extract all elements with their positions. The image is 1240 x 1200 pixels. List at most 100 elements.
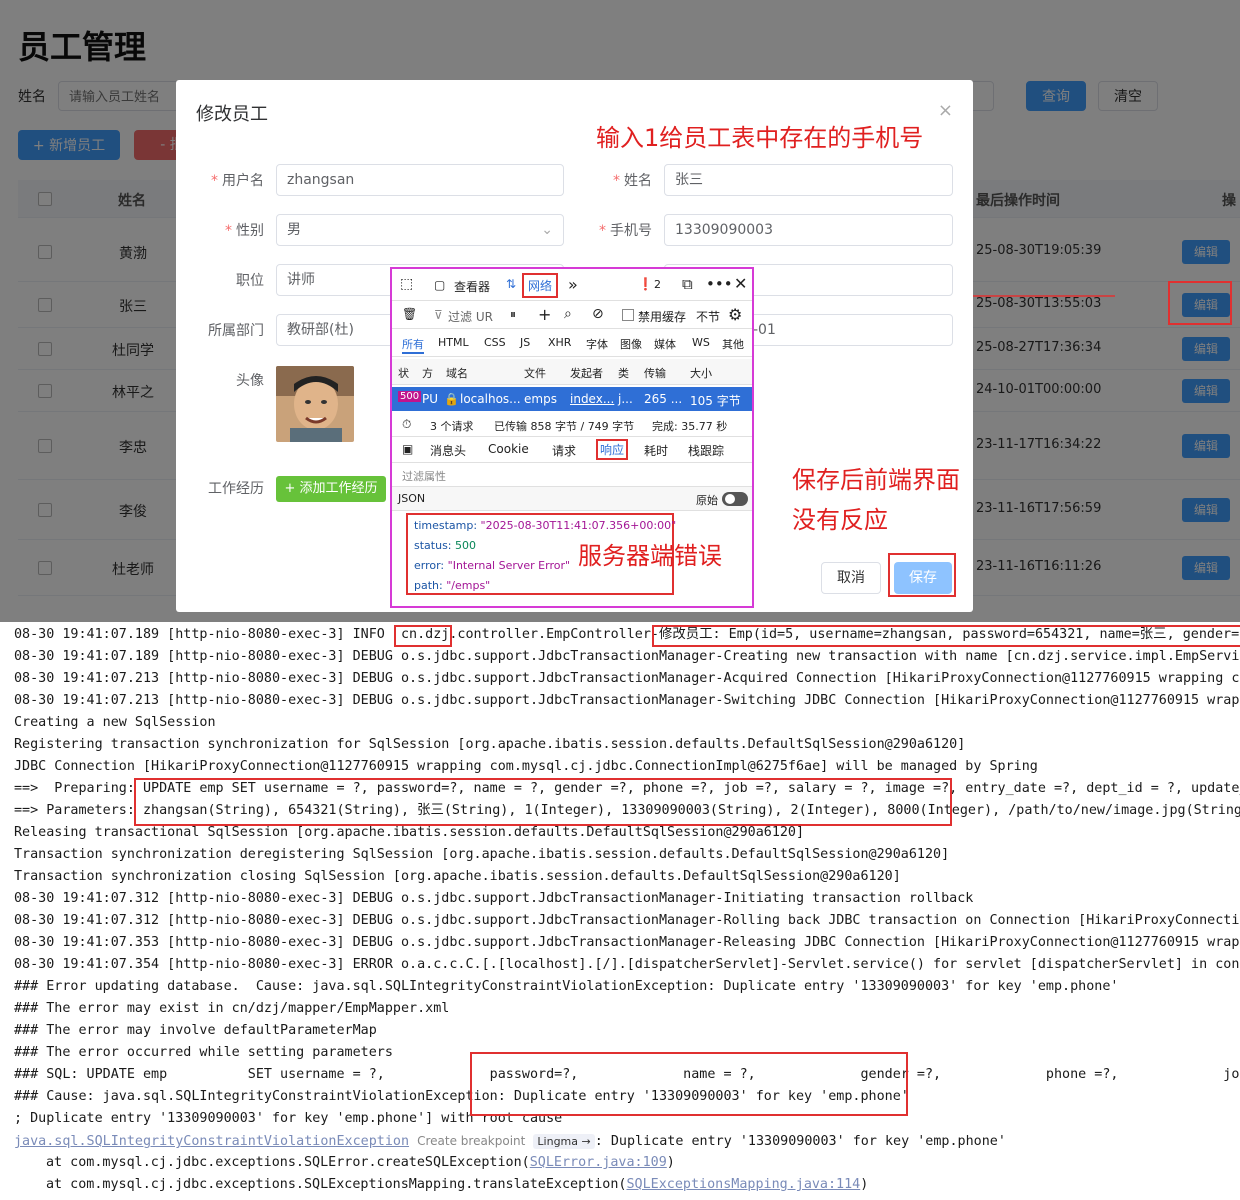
more-tabs-icon[interactable]: »	[568, 275, 578, 294]
phone-input[interactable]: 13309090003	[664, 214, 953, 246]
detail-tab[interactable]: Cookie	[488, 442, 529, 456]
detail-tab[interactable]: 耗时	[644, 442, 668, 459]
type-tab[interactable]: CSS	[484, 336, 506, 349]
name-input[interactable]: 张三	[664, 164, 953, 196]
column-header[interactable]: 文件	[524, 365, 546, 381]
pause-icon[interactable]: ⏸	[510, 307, 516, 322]
annotation-phone-note: 输入1给员工表中存在的手机号	[596, 124, 924, 152]
console-line: 08-30 19:41:07.213 [http-nio-8080-exec-3…	[14, 693, 1240, 708]
summary-transferred: 已传输 858 字节 / 749 字节	[494, 420, 635, 433]
request-method: PU	[422, 392, 439, 406]
detail-tab[interactable]: 栈跟踪	[688, 442, 724, 459]
gear-icon[interactable]: ⚙	[728, 305, 742, 324]
close-devtools-icon[interactable]: ✕	[734, 274, 747, 293]
responsive-icon[interactable]: ⧉	[682, 275, 693, 293]
type-tab[interactable]: 媒体	[654, 336, 676, 352]
detail-tab[interactable]: 响应	[596, 439, 629, 460]
highlight-package	[394, 625, 452, 647]
experience-label: 工作经历	[208, 481, 264, 497]
request-row-put-emps[interactable]: 500 PU 🔒 localhos... emps index... j... …	[392, 387, 752, 411]
dialog-title: 修改员工	[196, 104, 268, 125]
summary-count: 3 个请求	[430, 420, 474, 433]
avatar[interactable]	[276, 366, 354, 442]
error-icon: ❗	[638, 277, 653, 291]
type-tab[interactable]: WS	[692, 336, 710, 349]
exception-message: : Duplicate entry '13309090003' for key …	[594, 1134, 1006, 1149]
console-line: ### Error updating database. Cause: java…	[14, 979, 1119, 994]
column-header[interactable]: 状	[398, 365, 409, 381]
chevron-down-icon: ⌄	[541, 222, 553, 238]
column-header[interactable]: 传输	[644, 365, 666, 381]
column-header[interactable]: 类	[618, 365, 629, 381]
exception-line: java.sql.SQLIntegrityConstraintViolation…	[14, 1130, 1006, 1152]
type-tab[interactable]: JS	[520, 336, 530, 349]
raw-toggle[interactable]	[722, 492, 748, 506]
username-input[interactable]: zhangsan	[276, 164, 564, 196]
console-line: 08-30 19:41:07.353 [http-nio-8080-exec-3…	[14, 935, 1240, 950]
filter-props-input[interactable]: 过滤属性	[402, 468, 446, 484]
dept-label: 所属部门	[208, 323, 264, 339]
detail-tab[interactable]: 消息头	[430, 442, 466, 459]
filter-url-input[interactable]: 过滤 UR	[448, 308, 493, 325]
inspector-icon: ▢	[434, 278, 446, 292]
console-line: 08-30 19:41:07.189 [http-nio-8080-exec-3…	[14, 649, 1240, 664]
more-options-icon[interactable]: •••	[706, 275, 733, 293]
stack-line-1: at com.mysql.cj.jdbc.exceptions.SQLError…	[46, 1155, 675, 1170]
add-icon[interactable]: +	[538, 305, 551, 324]
timer-icon: ⏱	[402, 417, 412, 431]
column-header[interactable]: 域名	[446, 365, 468, 381]
console-line: ### The error occurred while setting par…	[14, 1045, 393, 1060]
detail-tab[interactable]: 请求	[552, 442, 576, 459]
column-header[interactable]: 大小	[690, 365, 712, 381]
type-tab[interactable]: 字体	[586, 336, 608, 352]
status-500-badge: 500	[398, 391, 422, 402]
column-header[interactable]: 方	[422, 365, 433, 381]
job-label: 职位	[236, 273, 264, 289]
gender-label: * 性别	[225, 223, 264, 239]
close-icon[interactable]: ×	[938, 100, 953, 121]
panel-icon: ▣	[402, 442, 414, 456]
request-transfer: 265 ...	[644, 392, 683, 406]
network-toolbar: 🗑 ⊽ 过滤 UR ⏸ + ⌕ ⊘ 禁用缓存 不节 ⚙	[392, 301, 752, 329]
cancel-button[interactable]: 取消	[821, 562, 881, 594]
type-tab[interactable]: 所有	[402, 336, 424, 354]
create-breakpoint-hint[interactable]: Create breakpoint	[417, 1134, 525, 1148]
tab-inspector[interactable]: 查看器	[454, 278, 490, 295]
detail-tabs: ▣ 消息头 Cookie 请求 响应 耗时 栈跟踪	[392, 437, 752, 463]
request-type: j...	[618, 392, 633, 406]
type-tab[interactable]: HTML	[438, 336, 469, 349]
request-initiator[interactable]: index...	[570, 392, 614, 406]
stack-link-1[interactable]: SQLError.java:109	[530, 1155, 667, 1170]
console-line: ### The error may exist in cn/dzj/mapper…	[14, 1001, 450, 1016]
column-header[interactable]: 发起者	[570, 365, 603, 381]
highlight-sql	[134, 778, 952, 826]
type-tab[interactable]: 图像	[620, 336, 642, 352]
disable-cache-checkbox[interactable]	[622, 309, 634, 321]
tab-network[interactable]: 网络	[522, 273, 559, 298]
username-label: * 用户名	[211, 173, 264, 189]
annotation-server-error: 服务器端错误	[578, 542, 722, 570]
console-line: 08-30 19:41:07.312 [http-nio-8080-exec-3…	[14, 913, 1240, 928]
pick-element-icon[interactable]: ⬚	[400, 276, 413, 292]
console-line: ### The error may involve defaultParamet…	[14, 1023, 377, 1038]
filter-icon: ⊽	[434, 308, 443, 322]
clear-log-icon[interactable]: 🗑	[402, 307, 417, 321]
lingma-button[interactable]: Lingma →	[533, 1134, 595, 1149]
add-experience-button[interactable]: + 添加工作经历	[276, 476, 386, 502]
stack-link-2[interactable]: SQLExceptionsMapping.java:114	[626, 1177, 860, 1192]
screenshot-root: 员工管理 姓名 查询 清空 + 新增员工 - 批量 姓名 最后操作时间 操 黄渤…	[0, 0, 1240, 1200]
gender-select[interactable]: 男 ⌄	[276, 214, 564, 246]
summary-finish: 完成: 35.77 秒	[652, 420, 728, 433]
type-tab[interactable]: XHR	[548, 336, 571, 349]
gender-value: 男	[287, 222, 301, 238]
block-icon[interactable]: ⊘	[592, 306, 604, 322]
throttle-select[interactable]: 不节	[696, 308, 720, 325]
search-icon[interactable]: ⌕	[564, 306, 572, 322]
type-tab[interactable]: 其他	[722, 336, 744, 352]
console-line: Transaction synchronization closing SqlS…	[14, 869, 901, 884]
annotation-no-response-1: 保存后前端界面	[792, 466, 960, 494]
console-line: JDBC Connection [HikariProxyConnection@1…	[14, 759, 1038, 774]
json-error: error: "Internal Server Error"	[414, 559, 571, 572]
request-domain: localhos...	[460, 392, 521, 406]
exception-class-link[interactable]: java.sql.SQLIntegrityConstraintViolation…	[14, 1134, 409, 1149]
